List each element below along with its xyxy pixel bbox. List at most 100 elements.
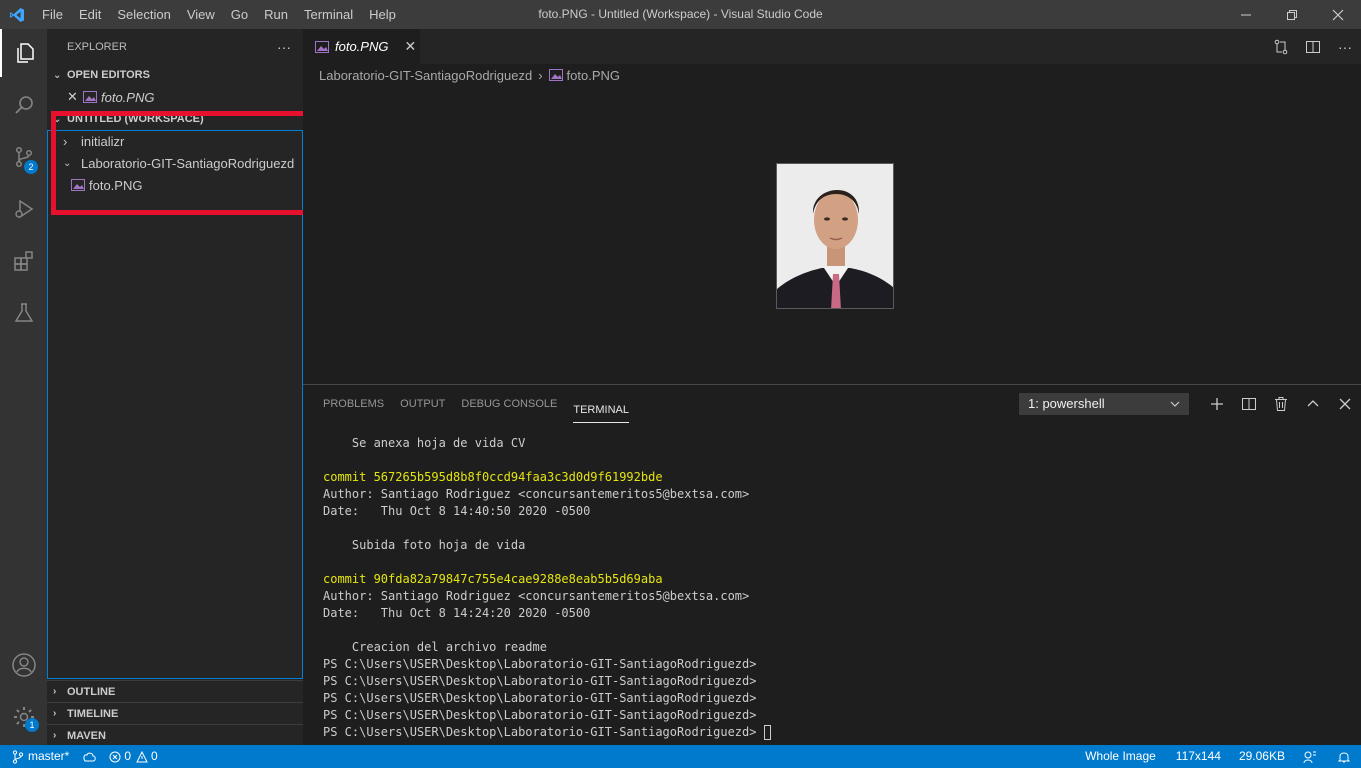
breadcrumb: Laboratorio-GIT-SantiagoRodriguezd › fot… <box>303 64 1361 86</box>
outline-section[interactable]: › OUTLINE <box>47 680 303 702</box>
split-editor-icon[interactable] <box>1297 29 1329 64</box>
branch-indicator[interactable]: master* <box>0 745 75 768</box>
new-terminal-plus-icon[interactable] <box>1201 389 1233 419</box>
split-terminal-icon[interactable] <box>1233 389 1265 419</box>
more-actions-icon[interactable]: ··· <box>1329 29 1361 64</box>
branch-name: master* <box>28 749 70 763</box>
breadcrumb-folder[interactable]: Laboratorio-GIT-SantiagoRodriguezd <box>319 68 532 83</box>
panel-actions <box>1201 389 1361 419</box>
close-panel-icon[interactable] <box>1329 389 1361 419</box>
explorer-icon[interactable] <box>0 29 47 77</box>
extensions-icon[interactable] <box>0 237 47 285</box>
open-changes-icon[interactable] <box>1265 29 1297 64</box>
menu-selection[interactable]: Selection <box>109 0 178 29</box>
status-right: Whole Image 117x144 29.06KB <box>1075 745 1361 768</box>
maven-label: MAVEN <box>67 729 106 742</box>
terminal-cursor <box>763 725 771 740</box>
terminal-line: PS C:\Users\USER\Desktop\Laboratorio-GIT… <box>323 674 757 688</box>
source-control-icon[interactable]: 2 <box>0 133 47 181</box>
editor-actions: ··· <box>1265 29 1361 64</box>
menu-go[interactable]: Go <box>223 0 256 29</box>
editor-area: foto.PNG ✕ ··· Laboratorio-GIT-SantiagoR… <box>303 29 1361 384</box>
chevron-down-icon <box>1170 394 1180 420</box>
tab-debug-console[interactable]: DEBUG CONSOLE <box>461 385 557 423</box>
settings-badge: 1 <box>25 718 39 732</box>
window-controls <box>1223 0 1361 29</box>
terminal-line: Author: Santiago Rodriguez <concursantem… <box>323 589 750 603</box>
terminal-line: commit 90fda82a79847c755e4cae9288e8eab5b… <box>323 572 663 586</box>
maximize-panel-chevron-up-icon[interactable] <box>1297 389 1329 419</box>
terminal-select[interactable]: 1: powershell <box>1019 393 1189 415</box>
sidebar-bottom-sections: › OUTLINE › TIMELINE › MAVEN <box>47 680 303 746</box>
outline-label: OUTLINE <box>67 685 116 698</box>
problems-indicator[interactable]: 0 0 <box>103 745 163 768</box>
terminal-line: commit 567265b595d8b8f0ccd94faa3c3d0d9f6… <box>323 470 663 484</box>
warning-count: 0 <box>151 749 158 763</box>
terminal-line: PS C:\Users\USER\Desktop\Laboratorio-GIT… <box>323 657 757 671</box>
feedback-icon[interactable] <box>1293 745 1327 768</box>
timeline-section[interactable]: › TIMELINE <box>47 702 303 724</box>
tab-label: foto.PNG <box>335 39 389 54</box>
menu-help[interactable]: Help <box>361 0 404 29</box>
breadcrumb-file[interactable]: foto.PNG <box>567 68 620 83</box>
menu-run[interactable]: Run <box>256 0 296 29</box>
terminal-line: Date: Thu Oct 8 14:40:50 2020 -0500 <box>323 504 591 518</box>
explorer-title: EXPLORER <box>67 40 127 53</box>
maven-section[interactable]: › MAVEN <box>47 724 303 746</box>
open-editor-item[interactable]: ✕ foto.PNG <box>47 86 303 108</box>
tab-problems[interactable]: PROBLEMS <box>323 385 384 423</box>
settings-gear-icon[interactable]: 1 <box>0 693 47 741</box>
run-debug-icon[interactable] <box>0 185 47 233</box>
tab-output[interactable]: OUTPUT <box>400 385 445 423</box>
red-highlight-box <box>51 111 313 215</box>
portrait-photo <box>777 164 893 308</box>
trash-icon[interactable] <box>1265 389 1297 419</box>
more-actions-button[interactable]: ··· <box>277 39 291 55</box>
terminal-line: Creacion del archivo readme <box>323 640 547 654</box>
terminal-line: Se anexa hoja de vida CV <box>323 436 526 450</box>
status-bar: master* 0 0 Whole Image 117x144 29.06KB <box>0 745 1361 768</box>
minimize-button[interactable] <box>1223 0 1269 29</box>
chevron-right-icon: › <box>53 708 57 719</box>
close-tab-icon[interactable]: ✕ <box>404 38 416 55</box>
tab-terminal[interactable]: TERMINAL <box>573 397 629 423</box>
open-editors-label: OPEN EDITORS <box>67 69 150 81</box>
sync-button[interactable] <box>75 745 103 768</box>
bottom-panel: PROBLEMS OUTPUT DEBUG CONSOLE TERMINAL 1… <box>303 384 1361 745</box>
tab-foto-png[interactable]: foto.PNG ✕ <box>303 29 420 64</box>
terminal-prompt: PS C:\Users\USER\Desktop\Laboratorio-GIT… <box>323 725 764 739</box>
chevron-down-icon: ⌄ <box>53 69 62 81</box>
close-window-button[interactable] <box>1315 0 1361 29</box>
menu-view[interactable]: View <box>179 0 223 29</box>
testing-flask-icon[interactable] <box>0 289 47 337</box>
menu-bar: File Edit Selection View Go Run Terminal… <box>34 0 404 29</box>
image-file-icon <box>315 40 335 53</box>
search-icon[interactable] <box>0 81 47 129</box>
menu-file[interactable]: File <box>34 0 71 29</box>
image-file-size[interactable]: 29.06KB <box>1231 745 1293 768</box>
sync-cloud-icon <box>81 751 97 763</box>
image-view-mode[interactable]: Whole Image <box>1075 745 1166 768</box>
terminal-select-value: 1: powershell <box>1028 396 1105 411</box>
terminal-line: PS C:\Users\USER\Desktop\Laboratorio-GIT… <box>323 691 757 705</box>
terminal-output[interactable]: Se anexa hoja de vida CV commit 567265b5… <box>323 435 771 741</box>
terminal-prompt-line[interactable]: PS C:\Users\USER\Desktop\Laboratorio-GIT… <box>323 724 771 741</box>
account-icon[interactable] <box>0 641 47 689</box>
image-dimensions[interactable]: 117x144 <box>1166 745 1231 768</box>
vscode-logo-icon <box>0 0 34 29</box>
menu-terminal[interactable]: Terminal <box>296 0 361 29</box>
error-count: 0 <box>124 749 132 763</box>
activity-bar: 2 1 <box>0 29 47 745</box>
notifications-bell-icon[interactable] <box>1327 745 1361 768</box>
open-editors-section[interactable]: ⌄ OPEN EDITORS <box>47 64 303 86</box>
menu-edit[interactable]: Edit <box>71 0 109 29</box>
close-icon[interactable]: ✕ <box>67 89 83 105</box>
terminal-line: PS C:\Users\USER\Desktop\Laboratorio-GIT… <box>323 708 757 722</box>
restore-button[interactable] <box>1269 0 1315 29</box>
image-file-icon <box>548 69 563 81</box>
terminal-line: Author: Santiago Rodriguez <concursantem… <box>323 487 750 501</box>
title-bar: File Edit Selection View Go Run Terminal… <box>0 0 1361 29</box>
